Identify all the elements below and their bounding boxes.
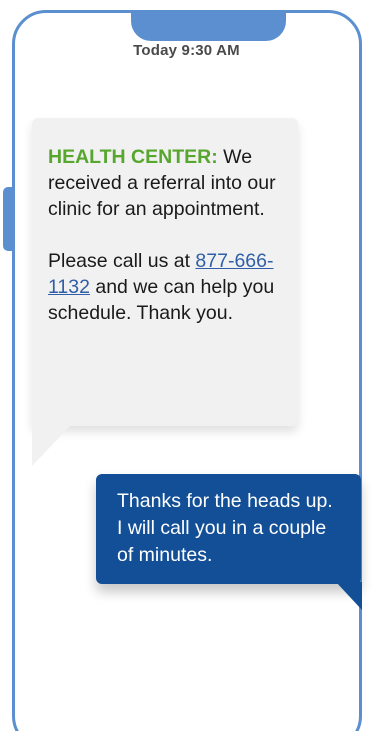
phone-notch-icon	[131, 13, 286, 41]
incoming-bubble-tail	[32, 424, 72, 466]
message-timestamp: Today 9:30 AM	[133, 42, 240, 59]
phone-side-button-icon	[3, 187, 13, 251]
phone-screen: Today 9:30 AM HEALTH CENTER: We received…	[0, 0, 373, 731]
incoming-message-bubble: HEALTH CENTER: We received a referral in…	[32, 118, 298, 426]
call-prefix-text: Please call us at	[48, 250, 196, 272]
outgoing-message-text: Thanks for the heads up. I will call you…	[117, 490, 344, 566]
incoming-message-call: Please call us at 877-666-1132 and we ca…	[48, 248, 284, 326]
sender-label: HEALTH CENTER:	[48, 146, 218, 168]
incoming-message-intro: HEALTH CENTER: We received a referral in…	[48, 144, 284, 222]
outgoing-bubble-tail	[336, 582, 362, 610]
outgoing-message-bubble: Thanks for the heads up. I will call you…	[96, 474, 361, 584]
